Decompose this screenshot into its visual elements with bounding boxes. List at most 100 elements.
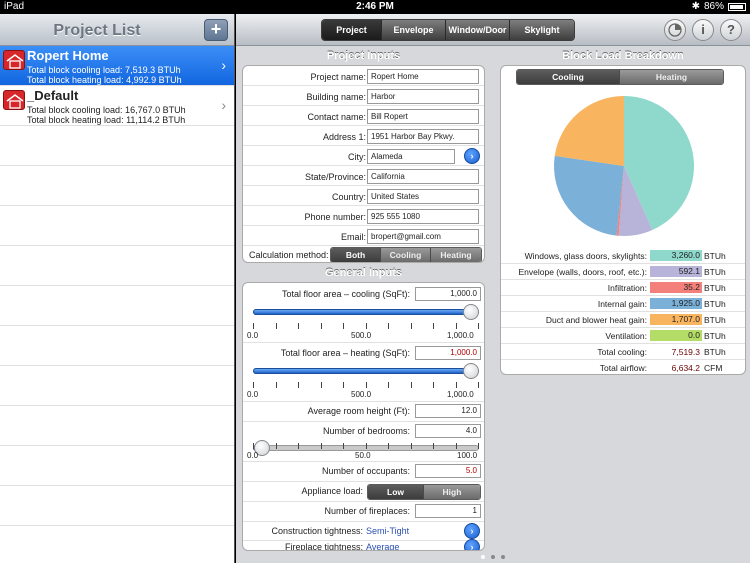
room-height-label: Average room height (Ft): [307, 406, 410, 416]
bluetooth-icon: ✱ [691, 1, 700, 12]
empty-row [0, 526, 234, 563]
project-cooling-load: Total block cooling load: 7,519.3 BTUh [27, 65, 181, 75]
bedrooms-field[interactable]: 4.0 [415, 424, 481, 438]
empty-row [0, 366, 234, 406]
total-cooling-label: Total cooling: [597, 347, 647, 357]
appliance-high-option[interactable]: High [424, 485, 480, 499]
slider-mid-label: 500.0 [351, 331, 372, 340]
tab-window-door[interactable]: Window/Door [446, 20, 510, 40]
total-airflow-row: Total airflow: 6,634.2 CFM [501, 360, 745, 374]
help-icon[interactable]: ? [720, 19, 742, 41]
empty-row [0, 446, 234, 486]
legend-row: Internal gain: 1,925.0 BTUh [501, 296, 745, 312]
empty-row [0, 406, 234, 446]
legend-value: 1,925.0 [650, 298, 702, 309]
project-row[interactable]: Ropert Home Total block cooling load: 7,… [0, 46, 234, 86]
calc-both-option[interactable]: Both [331, 248, 381, 262]
phone-field[interactable]: 925 555 1080 [367, 209, 479, 224]
project-name-field[interactable]: Ropert Home [367, 69, 479, 84]
tab-project[interactable]: Project [322, 20, 382, 40]
slider-tick [410, 382, 412, 388]
status-bar: iPad 2:46 PM ✱ 86% [0, 0, 750, 14]
unit-label: BTUh [704, 347, 726, 357]
breakdown-title: Block Load Breakdown [562, 50, 684, 62]
slider-tick [343, 443, 344, 449]
calc-method-row: Calculation method: Both Cooling Heating [243, 246, 484, 262]
legend-row: Infiltration: 35.2 BTUh [501, 280, 745, 296]
field-label: State/Province: [304, 172, 366, 182]
legend-label: Duct and blower heat gain: [545, 315, 647, 325]
pie-chart-icon[interactable] [664, 19, 686, 41]
legend-value: 1,707.0 [650, 314, 702, 325]
slider-thumb[interactable] [463, 363, 479, 379]
breakdown-panel: Cooling Heating Windows, glass doors, sk… [500, 65, 746, 375]
slider-tick [388, 382, 389, 388]
fireplace-tightness-label: Fireplace tightness: [284, 542, 363, 551]
construction-tightness-arrow-icon[interactable]: › [464, 523, 480, 539]
slider-tick [320, 382, 322, 388]
field-row: Building name: Harbor [243, 86, 484, 106]
cooling-area-field[interactable]: 1,000.0 [415, 287, 481, 301]
page-indicator [236, 551, 750, 561]
occupants-label: Number of occupants: [321, 466, 410, 476]
heating-area-label: Total floor area – heating (SqFt): [280, 348, 410, 358]
info-icon[interactable]: i [692, 19, 714, 41]
project-row[interactable]: _Default Total block cooling load: 16,76… [0, 86, 234, 126]
project-inputs-panel: Project name: Ropert Home Building name:… [242, 65, 485, 263]
total-airflow-label: Total airflow: [599, 363, 647, 373]
country-field[interactable]: United States [367, 189, 479, 204]
pie-slice [554, 96, 624, 166]
legend-value: 0.0 [650, 330, 702, 341]
breakdown-cooling-option[interactable]: Cooling [517, 70, 620, 84]
slider-tick [388, 443, 389, 449]
cooling-area-label: Total floor area – cooling (SqFt): [281, 289, 410, 299]
top-toolbar: Project Envelope Window/Door Skylight i … [236, 14, 750, 46]
project-name: Ropert Home [27, 48, 109, 63]
email-field[interactable]: bropert@gmail.com [367, 229, 479, 244]
heating-area-field[interactable]: 1,000.0 [415, 346, 481, 360]
status-right: ✱ 86% [692, 1, 746, 12]
fireplace-tightness-value[interactable]: Average [366, 542, 399, 550]
city-field[interactable]: Alameda [367, 149, 455, 164]
battery-icon [728, 2, 746, 11]
contact-name-field[interactable]: Bill Ropert [367, 109, 479, 124]
slider-tick [478, 382, 479, 388]
calc-cooling-option[interactable]: Cooling [381, 248, 431, 262]
slider-tick [343, 382, 344, 388]
tab-skylight[interactable]: Skylight [510, 20, 574, 40]
general-inputs-title: General Inputs [324, 267, 403, 279]
slider-tick [253, 382, 254, 388]
appliance-low-option[interactable]: Low [368, 485, 424, 499]
project-list-header: Project List + [0, 14, 234, 46]
state-field[interactable]: California [367, 169, 479, 184]
building-name-field[interactable]: Harbor [367, 89, 479, 104]
room-height-field[interactable]: 12.0 [415, 404, 481, 418]
tab-envelope[interactable]: Envelope [382, 20, 446, 40]
slider-tick [478, 443, 479, 449]
cooling-area-slider[interactable] [253, 301, 479, 325]
city-lookup-arrow-icon[interactable]: › [464, 148, 480, 164]
legend-label: Internal gain: [597, 299, 647, 309]
field-label: Email: [340, 232, 366, 242]
unit-label: BTUh [704, 299, 726, 309]
slider-tick [275, 323, 277, 329]
legend-row: Duct and blower heat gain: 1,707.0 BTUh [501, 312, 745, 328]
heating-area-slider[interactable] [253, 360, 479, 384]
total-airflow-value: 6,634.2 [671, 363, 700, 373]
address-field[interactable]: 1951 Harbor Bay Pkwy. [367, 129, 479, 144]
fireplaces-field[interactable]: 1 [415, 504, 481, 518]
add-project-button[interactable]: + [204, 19, 228, 41]
slider-ticks [253, 382, 479, 388]
pie-slice [554, 155, 624, 236]
fireplaces-label: Number of fireplaces: [324, 506, 410, 516]
slider-thumb[interactable] [463, 304, 479, 320]
fireplace-tightness-arrow-icon[interactable]: › [464, 539, 480, 550]
unit-label: BTUh [704, 251, 726, 261]
construction-tightness-value[interactable]: Semi-Tight [366, 526, 409, 536]
field-row: Project name: Ropert Home [243, 66, 484, 86]
breakdown-heating-option[interactable]: Heating [620, 70, 723, 84]
legend-value: 35.2 [650, 282, 702, 293]
empty-row [0, 126, 234, 166]
occupants-field[interactable]: 5.0 [415, 464, 481, 478]
calc-heating-option[interactable]: Heating [431, 248, 481, 262]
